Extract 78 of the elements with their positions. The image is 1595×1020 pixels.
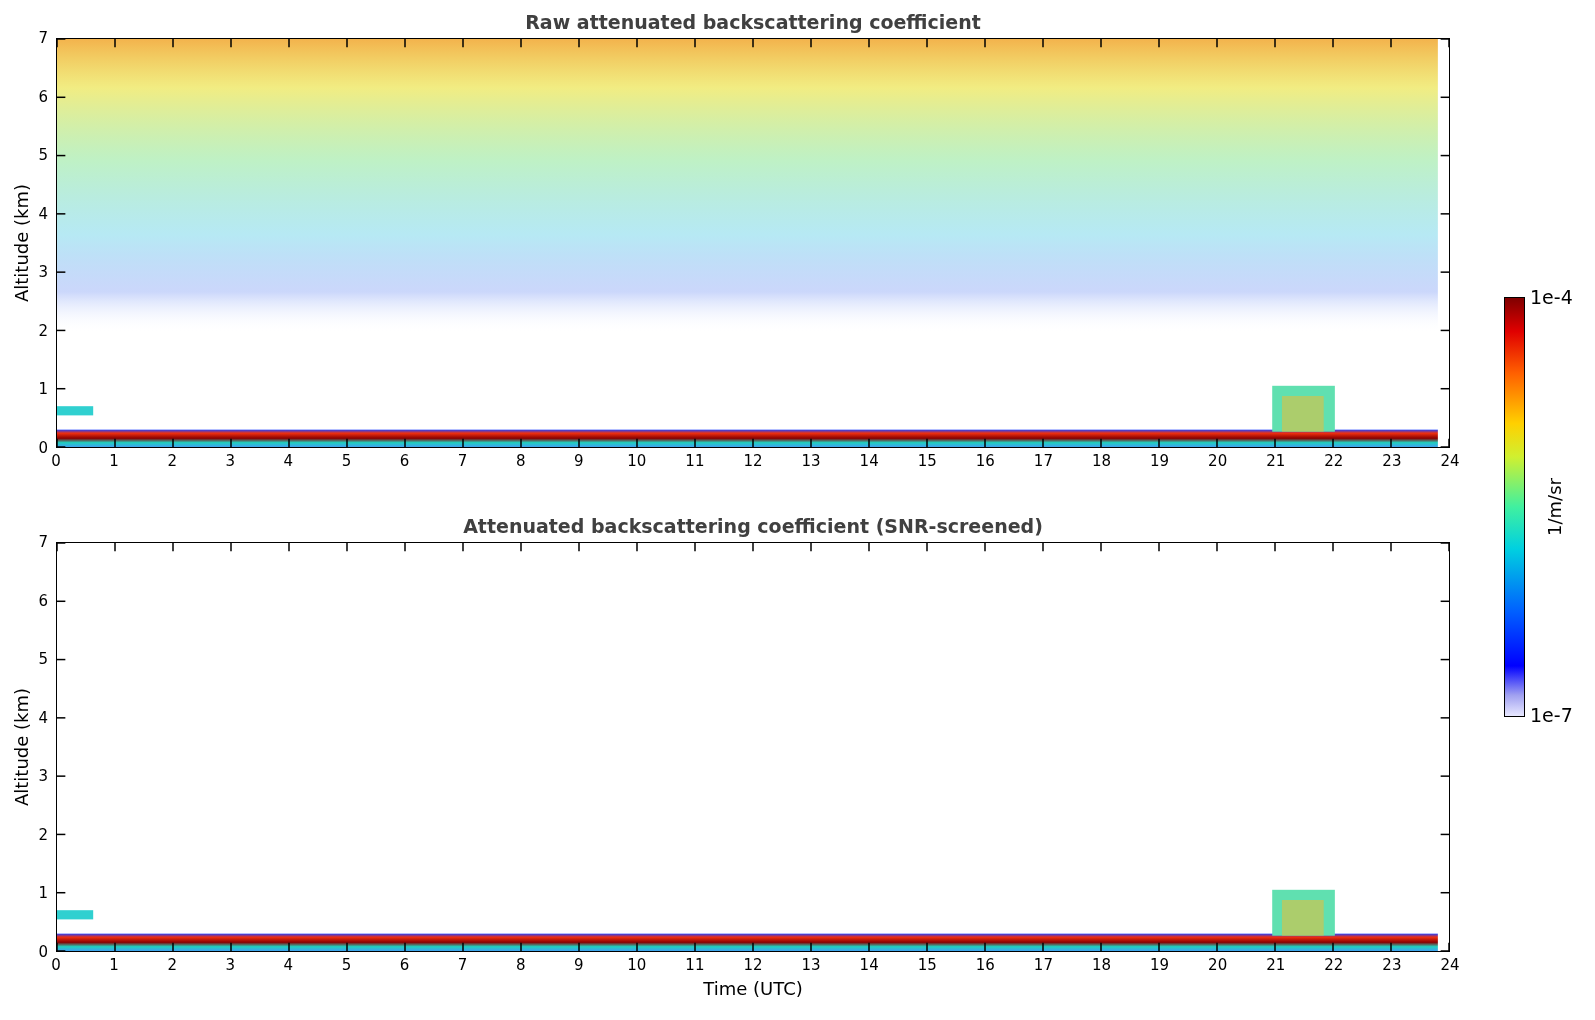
- tick-label: 1: [38, 885, 48, 901]
- tick-label: 3: [38, 264, 48, 280]
- colorbar-min-label: 1e-7: [1530, 704, 1573, 726]
- cloud-patch: [1272, 889, 1335, 936]
- tick-label: 3: [225, 454, 235, 469]
- aerosol-layer: [57, 910, 94, 920]
- tick-label: 1: [38, 381, 48, 397]
- plot-title: Attenuated backscattering coefficient (SNR-screened): [462, 514, 1044, 539]
- tick-label: 5: [341, 454, 352, 469]
- tick-label: 15: [917, 958, 937, 973]
- tick-label: 5: [341, 958, 352, 973]
- tick-label: 4: [38, 710, 48, 726]
- tick-label: 5: [38, 147, 48, 163]
- cloud-patch: [1272, 385, 1335, 432]
- axis-label: Altitude (km): [10, 687, 32, 807]
- aerosol-layer: [57, 406, 94, 416]
- tick-label: 2: [38, 323, 48, 339]
- tick-label: 7: [38, 534, 48, 550]
- tick-label: 12: [743, 454, 763, 469]
- tick-label: 15: [917, 454, 937, 469]
- tick-label: 18: [1091, 454, 1112, 469]
- colorbar-label: 1/m/sr: [1543, 478, 1565, 536]
- tick-label: 4: [283, 958, 294, 973]
- tick-label: 7: [38, 30, 48, 46]
- tick-label: 1: [109, 958, 119, 973]
- tick-label: 6: [38, 593, 48, 609]
- tick-label: 19: [1150, 454, 1170, 469]
- tick-label: 8: [515, 454, 526, 469]
- tick-label: 22: [1324, 958, 1344, 973]
- colorbar-max-label: 1e-4: [1530, 286, 1573, 308]
- tick-label: 9: [574, 958, 584, 973]
- tick-label: 13: [801, 958, 821, 973]
- tick-label: 14: [859, 454, 879, 469]
- tick-label: 11: [685, 454, 705, 469]
- tick-label: 23: [1382, 454, 1402, 469]
- tick-label: 6: [38, 89, 48, 105]
- tick-label: 2: [38, 827, 48, 843]
- tick-label: 2: [167, 958, 177, 973]
- tick-label: 21: [1266, 454, 1286, 469]
- tick-label: 19: [1150, 958, 1170, 973]
- tick-label: 17: [1033, 958, 1053, 973]
- tick-label: 10: [627, 958, 647, 973]
- tick-label: 4: [283, 454, 294, 469]
- tick-label: 23: [1382, 958, 1402, 973]
- tick-label: 13: [801, 454, 821, 469]
- tick-label: 24: [1440, 958, 1460, 973]
- tick-label: 21: [1266, 958, 1286, 973]
- tick-label: 8: [515, 958, 526, 973]
- tick-label: 16: [975, 958, 995, 973]
- tick-label: 5: [38, 651, 48, 667]
- tick-label: 20: [1208, 958, 1228, 973]
- tick-label: 7: [457, 958, 468, 973]
- tick-label: 0: [51, 454, 61, 469]
- tick-label: 6: [399, 958, 410, 973]
- plot-title: Raw attenuated backscattering coefficient: [524, 10, 982, 35]
- tick-label: 0: [38, 440, 48, 456]
- axis-label: Time (UTC): [702, 978, 804, 999]
- tick-label: 18: [1091, 958, 1112, 973]
- tick-label: 2: [167, 454, 177, 469]
- axis-label: Altitude (km): [10, 183, 32, 303]
- tick-label: 3: [225, 958, 235, 973]
- tick-label: 16: [975, 454, 995, 469]
- tick-label: 0: [51, 958, 61, 973]
- tick-label: 7: [457, 454, 468, 469]
- tick-label: 24: [1440, 454, 1460, 469]
- tick-label: 14: [859, 958, 879, 973]
- tick-label: 22: [1324, 454, 1344, 469]
- tick-label: 4: [38, 206, 48, 222]
- tick-label: 3: [38, 768, 48, 784]
- tick-label: 20: [1208, 454, 1228, 469]
- tick-label: 9: [574, 454, 584, 469]
- tick-label: 0: [38, 944, 48, 960]
- tick-label: 6: [399, 454, 410, 469]
- tick-label: 12: [743, 958, 763, 973]
- tick-label: 11: [685, 958, 705, 973]
- tick-label: 10: [627, 454, 647, 469]
- tick-label: 1: [109, 454, 119, 469]
- tick-label: 17: [1033, 454, 1053, 469]
